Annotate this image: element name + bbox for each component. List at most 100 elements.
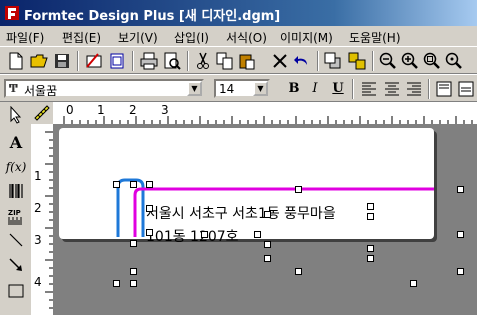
standard-toolbar — [0, 46, 477, 74]
undo-icon[interactable] — [292, 51, 312, 71]
group-objects-icon[interactable] — [347, 51, 367, 71]
rectangle-tool-icon[interactable] — [5, 283, 27, 305]
toolbar-separator — [187, 51, 189, 71]
bring-to-front-icon[interactable] — [323, 51, 343, 71]
toolbar-separator — [132, 51, 134, 71]
toolbar-separator — [372, 51, 374, 71]
selection-handle[interactable] — [264, 211, 271, 218]
selection-handle[interactable] — [113, 280, 120, 287]
ruler-h-label-2: 2 — [129, 103, 137, 117]
selection-handle[interactable] — [264, 241, 271, 248]
ruler-h-label-1: 1 — [97, 103, 105, 117]
selection-handle[interactable] — [457, 186, 464, 193]
align-center-icon[interactable] — [382, 79, 402, 99]
window-title: Formtec Design Plus [새 디자인.dgm] — [24, 9, 281, 24]
align-left-icon[interactable] — [359, 79, 379, 99]
ruler-corner[interactable] — [31, 102, 53, 124]
chevron-down-icon[interactable]: ▼ — [253, 81, 268, 96]
selection-handle[interactable] — [264, 255, 271, 262]
italic-button[interactable]: I — [305, 79, 325, 99]
zoom-actual-icon[interactable] — [444, 51, 464, 71]
toolbar-separator — [317, 51, 319, 71]
selection-handle[interactable] — [130, 268, 137, 275]
menu-insert[interactable]: 삽입(I) — [174, 29, 209, 46]
chevron-down-icon[interactable]: ▼ — [187, 81, 202, 96]
new-file-icon[interactable] — [6, 51, 26, 71]
selection-handle[interactable] — [254, 231, 261, 238]
menu-help[interactable]: 도움말(H) — [349, 29, 401, 46]
app-icon — [5, 6, 19, 20]
ruler-h-label-3: 3 — [161, 103, 169, 117]
selection-handle[interactable] — [130, 240, 137, 247]
svg-text:ZIP: ZIP — [8, 209, 21, 217]
format-toolbar: Ͳ 서울꿈 ▼ 14 ▼ B I U — [0, 74, 477, 102]
paste-icon[interactable] — [237, 51, 257, 71]
ruler-v-label-3: 3 — [34, 233, 42, 247]
selection-handle[interactable] — [146, 205, 153, 212]
underline-button[interactable]: U — [328, 79, 348, 99]
open-folder-icon[interactable] — [29, 51, 49, 71]
title-bar: Formtec Design Plus [새 디자인.dgm] — [0, 0, 477, 26]
label-wizard-icon[interactable] — [84, 51, 104, 71]
line-tool-icon[interactable] — [5, 232, 27, 254]
zoom-fit-icon[interactable] — [422, 51, 442, 71]
text-tool-icon[interactable]: A — [5, 132, 27, 154]
selection-handle[interactable] — [295, 268, 302, 275]
selection-handle[interactable] — [146, 229, 153, 236]
selection-handle[interactable] — [130, 181, 137, 188]
selection-handle[interactable] — [367, 213, 374, 220]
ruler-v-label-2: 2 — [34, 201, 42, 215]
arrow-tool-icon[interactable] — [5, 257, 27, 279]
font-name-value: 서울꿈 — [24, 84, 58, 98]
toolbar-separator — [428, 79, 430, 99]
menu-file[interactable]: 파일(F) — [6, 29, 44, 46]
formula-text-icon[interactable]: f(x) — [5, 156, 27, 178]
bold-button[interactable]: B — [284, 79, 304, 99]
copy-icon[interactable] — [215, 51, 235, 71]
selection-handle[interactable] — [201, 231, 208, 238]
ruler-v-label-1: 1 — [34, 169, 42, 183]
design-canvas[interactable]: 서울시 서초구 서초1동 풍무마을 101동 1207호 — [54, 125, 477, 315]
address-line-1[interactable]: 서울시 서초구 서초1동 풍무마을 — [146, 203, 336, 223]
selection-handle[interactable] — [410, 280, 417, 287]
save-icon[interactable] — [52, 51, 72, 71]
truetype-icon: Ͳ — [9, 82, 18, 95]
print-icon[interactable] — [139, 51, 159, 71]
zoom-out-icon[interactable] — [378, 51, 398, 71]
barcode-icon[interactable] — [5, 182, 27, 204]
address-line-2[interactable]: 101동 1207호 — [146, 226, 239, 246]
font-name-select[interactable]: Ͳ 서울꿈 ▼ — [4, 79, 204, 98]
font-size-select[interactable]: 14 ▼ — [214, 79, 270, 98]
menu-edit[interactable]: 편집(E) — [62, 29, 101, 46]
vertical-ruler: 1 2 3 4 — [31, 124, 54, 315]
selection-handle[interactable] — [457, 231, 464, 238]
selection-handle[interactable] — [367, 245, 374, 252]
zip-barcode-icon[interactable]: ZIP — [5, 207, 27, 229]
page-setup-icon[interactable] — [107, 51, 127, 71]
selection-handle[interactable] — [146, 181, 153, 188]
tool-palette: A f(x) ZIP — [0, 102, 31, 315]
font-size-value: 14 — [219, 82, 235, 96]
horizontal-ruler: 0 1 2 3 — [31, 102, 477, 125]
toolbar-separator — [77, 51, 79, 71]
select-pointer-icon[interactable] — [5, 105, 27, 128]
align-right-icon[interactable] — [404, 79, 424, 99]
print-preview-icon[interactable] — [162, 51, 182, 71]
menu-view[interactable]: 보기(V) — [118, 29, 158, 46]
selection-handle[interactable] — [130, 280, 137, 287]
selection-handle[interactable] — [367, 255, 374, 262]
valign-middle-icon[interactable] — [456, 79, 476, 99]
valign-top-icon[interactable] — [434, 79, 454, 99]
ruler-v-label-4: 4 — [34, 275, 42, 289]
selection-handle[interactable] — [457, 268, 464, 275]
selection-handle[interactable] — [367, 203, 374, 210]
menu-bar: 파일(F) 편집(E) 보기(V) 삽입(I) 서식(O) 이미지(M) 도움말… — [0, 26, 477, 46]
menu-format[interactable]: 서식(O) — [226, 29, 267, 46]
selection-handle[interactable] — [295, 186, 302, 193]
delete-icon[interactable] — [270, 51, 290, 71]
selection-handle[interactable] — [113, 181, 120, 188]
cut-icon[interactable] — [193, 51, 213, 71]
menu-image[interactable]: 이미지(M) — [280, 29, 333, 46]
zoom-in-icon[interactable] — [400, 51, 420, 71]
ruler-h-label-0: 0 — [66, 103, 74, 117]
